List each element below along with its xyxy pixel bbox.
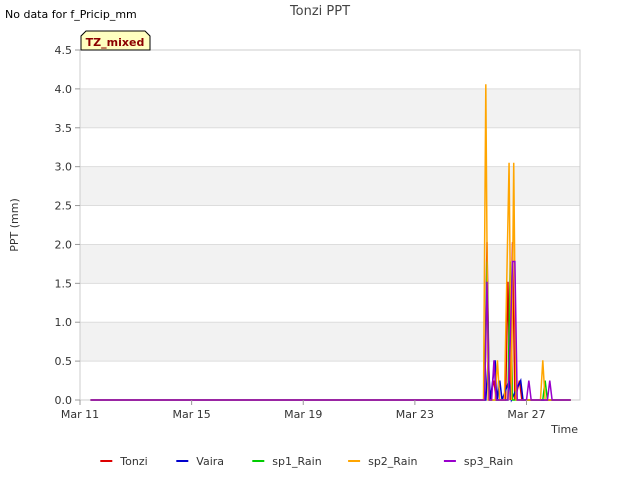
site-badge: TZ_mixed <box>80 30 151 51</box>
x-tick-label: Mar 23 <box>396 408 434 421</box>
x-axis: Mar 11 Mar 15 Mar 19 Mar 23 Mar 27 <box>61 400 546 421</box>
legend: Tonzi Vaira sp1_Rain sp2_Rain sp3_Rain <box>100 455 513 468</box>
no-data-note: No data for f_Pricip_mm <box>5 8 137 21</box>
y-tick-label: 4.0 <box>55 83 73 96</box>
y-tick-label: 1.0 <box>55 316 73 329</box>
y-tick-label: 0.5 <box>55 355 73 368</box>
grid-band <box>80 88 580 128</box>
y-axis-label: PPT (mm) <box>8 198 21 252</box>
y-tick-label: 3.0 <box>55 161 73 174</box>
y-tick-label: 4.5 <box>55 44 73 57</box>
y-tick-label: 1.5 <box>55 277 73 290</box>
chart-svg: No data for f_Pricip_mm Tonzi PPT 0.0 0.5… <box>5 4 581 468</box>
legend-label-sp3_rain: sp3_Rain <box>464 455 513 468</box>
grid-bands <box>80 88 580 362</box>
x-tick-label: Mar 19 <box>284 408 322 421</box>
x-axis-label: Time <box>550 423 578 436</box>
x-tick-label: Mar 11 <box>61 408 99 421</box>
chart-container: No data for f_Pricip_mm Tonzi PPT 0.0 0.5… <box>0 0 640 480</box>
legend-label-sp1_rain: sp1_Rain <box>272 455 321 468</box>
legend-label-tonzi: Tonzi <box>119 455 147 468</box>
grid-band <box>80 166 580 206</box>
legend-label-sp2_rain: sp2_Rain <box>368 455 417 468</box>
y-tick-label: 3.5 <box>55 122 73 135</box>
y-tick-label: 2.5 <box>55 200 73 213</box>
y-axis: 0.0 0.5 1.0 1.5 2.0 2.5 3.0 3.5 4.0 4.5 <box>55 44 80 407</box>
grid-band <box>80 244 580 284</box>
x-tick-label: Mar 27 <box>507 408 545 421</box>
legend-label-vaira: Vaira <box>196 455 224 468</box>
x-tick-label: Mar 15 <box>173 408 211 421</box>
chart-title: Tonzi PPT <box>289 4 350 19</box>
y-tick-label: 0.0 <box>55 394 73 407</box>
badge-label: TZ_mixed <box>86 36 145 49</box>
y-tick-label: 2.0 <box>55 238 73 251</box>
